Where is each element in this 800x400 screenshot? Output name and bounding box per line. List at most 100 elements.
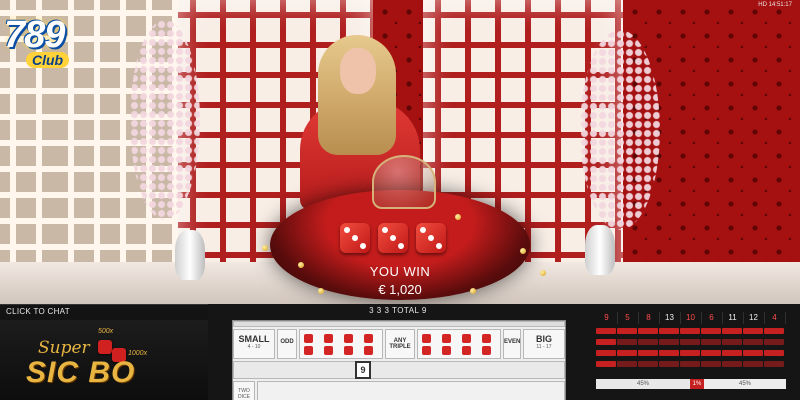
bet-big[interactable]: BIG 11 - 17	[523, 329, 565, 359]
bet-big-label: BIG	[535, 334, 552, 344]
history-marker	[701, 350, 721, 356]
history-total: 8	[638, 312, 660, 324]
bet-doubles-triples[interactable]	[299, 329, 383, 359]
history-marker	[596, 361, 616, 367]
history-marker	[638, 361, 658, 367]
vase-right	[585, 225, 615, 275]
die-3	[416, 223, 446, 253]
brand-logo: 789 Club	[4, 14, 88, 76]
history-total: 11	[722, 312, 744, 324]
history-marker	[617, 350, 637, 356]
history-marker	[764, 361, 784, 367]
game-logo-sicbo: SIC BO	[26, 356, 136, 389]
bet-odd[interactable]: ODD	[277, 329, 297, 359]
game-stage: 789 Club HD 14:51:17 YOU WIN € 1,020 CLI…	[0, 0, 800, 400]
result-dice	[340, 223, 446, 253]
history-marker	[638, 350, 658, 356]
chat-label: CLICK TO CHAT	[6, 307, 70, 316]
betting-board: SMALL 4 - 10 ODD ANY TRIPLE EVEN BIG 11 …	[232, 320, 566, 400]
dealer-face	[340, 48, 376, 94]
history-marker	[764, 339, 784, 345]
history-total: 10	[680, 312, 702, 324]
win-title: YOU WIN	[369, 264, 431, 279]
history-marker	[680, 339, 700, 345]
history-total: 12	[743, 312, 765, 324]
bet-doubles-right[interactable]	[417, 329, 501, 359]
game-logo-super: Super	[38, 338, 90, 358]
two-dice-row-label: TWO DICE	[233, 381, 255, 400]
history-marker	[722, 328, 742, 334]
history-total: 6	[701, 312, 723, 324]
board-top-strip	[233, 321, 565, 327]
history-total: 4	[764, 312, 786, 324]
round-result-bar: 3 3 3 TOTAL 9	[232, 305, 564, 319]
history-marker	[743, 361, 763, 367]
history-total: 5	[617, 312, 639, 324]
bet-small-range: 4 - 10	[247, 344, 261, 350]
history-marker	[596, 339, 616, 345]
history-marker	[617, 328, 637, 334]
history-marker	[638, 339, 658, 345]
history-marker	[722, 361, 742, 367]
total-highlight-value: 9	[360, 365, 366, 375]
gold-coin	[262, 245, 268, 251]
gold-coin	[470, 288, 476, 294]
history-marker	[701, 361, 721, 367]
bet-small-label: SMALL	[238, 334, 270, 344]
bet-even[interactable]: EVEN	[503, 329, 521, 359]
logo-die-icon	[98, 340, 112, 354]
vase-left	[175, 230, 205, 280]
gold-coin	[455, 214, 461, 220]
totals-row	[233, 361, 565, 379]
bet-big-range: 11 - 17	[536, 344, 552, 350]
split-small: 45%	[596, 379, 690, 389]
history-marker	[701, 328, 721, 334]
round-result-text: 3 3 3 TOTAL 9	[369, 306, 427, 315]
blossom-branch-right	[580, 30, 660, 230]
live-video-feed	[0, 0, 800, 305]
dice-shaker-dome	[372, 155, 436, 209]
history-marker	[743, 339, 763, 345]
history-marker	[680, 361, 700, 367]
history-marker	[596, 350, 616, 356]
die-2	[378, 223, 408, 253]
history-marker	[680, 328, 700, 334]
history-marker	[659, 361, 679, 367]
small-big-split: 45% 1% 45%	[596, 379, 786, 389]
win-amount: € 1,020	[378, 282, 422, 297]
history-marker	[659, 350, 679, 356]
chat-button[interactable]: CLICK TO CHAT	[0, 304, 208, 320]
gold-coin	[520, 248, 526, 254]
two-dice-label: TWO DICE	[238, 388, 250, 400]
bet-even-label: EVEN	[504, 339, 521, 345]
combination-row[interactable]	[257, 381, 565, 400]
total-highlight[interactable]: 9	[355, 361, 371, 379]
gold-coin	[318, 288, 324, 294]
history-marker	[680, 350, 700, 356]
history-marker	[596, 328, 616, 334]
history-total: 13	[659, 312, 681, 324]
history-marker	[722, 350, 742, 356]
bet-odd-label: ODD	[280, 339, 294, 345]
blossom-branch-left	[130, 20, 200, 220]
game-logo-multiplier-a: 500x	[98, 328, 114, 335]
bet-any-triple[interactable]: ANY TRIPLE	[385, 329, 415, 359]
history-marker	[701, 339, 721, 345]
history-marker	[659, 339, 679, 345]
history-marker	[764, 350, 784, 356]
split-big: 45%	[704, 379, 786, 389]
die-1	[340, 223, 370, 253]
history-marker	[617, 339, 637, 345]
bet-any-triple-label: ANY TRIPLE	[389, 338, 411, 350]
history-marker	[617, 361, 637, 367]
split-triple: 1%	[690, 379, 704, 389]
history-marker	[743, 328, 763, 334]
history-marker	[659, 328, 679, 334]
history-marker	[638, 328, 658, 334]
gold-coin	[298, 262, 304, 268]
hud-clock: HD 14:51:17	[758, 2, 792, 8]
game-logo: Super 500x 1000x SIC BO	[0, 320, 208, 400]
bet-small[interactable]: SMALL 4 - 10	[233, 329, 275, 359]
history-marker	[764, 328, 784, 334]
history-marker	[722, 339, 742, 345]
